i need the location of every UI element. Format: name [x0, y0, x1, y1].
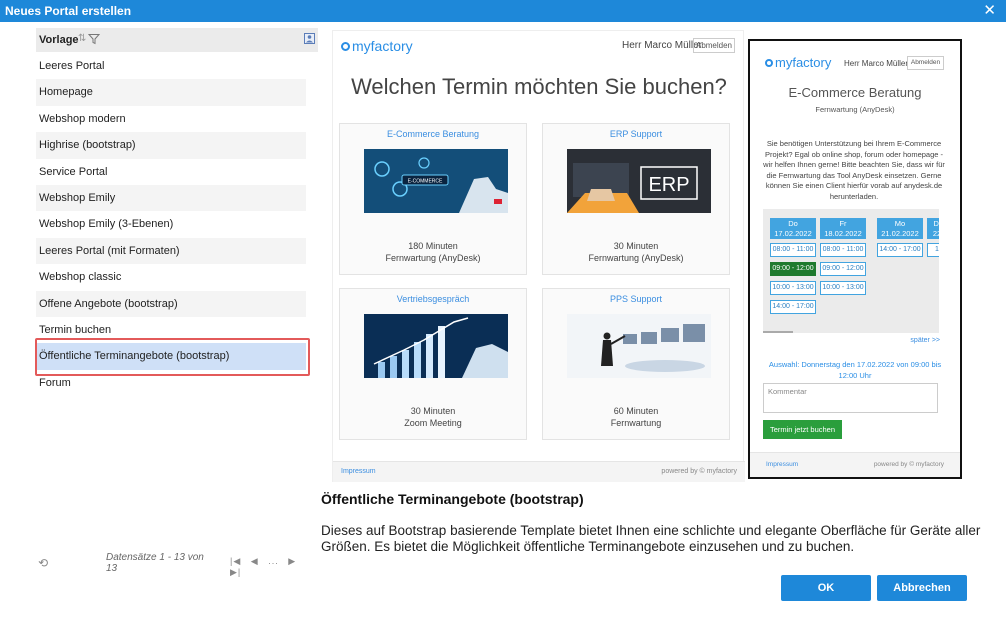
template-list-item[interactable]: Leeres Portal	[36, 53, 306, 79]
template-list-item[interactable]: Webshop modern	[36, 106, 306, 132]
time-slot: 09:00 - 12:00	[820, 262, 866, 276]
mobile-logout-button: Abmelden	[907, 56, 944, 70]
logo-icon	[341, 42, 350, 51]
template-list-item[interactable]: Offene Angebote (bootstrap)	[36, 290, 306, 317]
comment-field: Kommentar	[763, 383, 938, 413]
filter-icon[interactable]	[88, 33, 100, 45]
time-slot: 10:00 - 13:00	[820, 281, 866, 295]
selection-summary: Auswahl: Donnerstag den 17.02.2022 von 0…	[768, 360, 942, 380]
time-slot-selected: 09:00 - 12:00	[770, 262, 816, 276]
page-ellipsis: ...	[268, 556, 279, 566]
template-list-header: Vorlage ⇅	[36, 28, 318, 52]
preview-card-ecommerce: E-Commerce Beratung E-COMMERCE 180 Minut…	[339, 123, 527, 275]
dialog-title-bar: Neues Portal erstellen ✕	[0, 0, 1006, 22]
preview-card-vertrieb: Vertriebsgespräch 30 Minuten Zoom Meetin…	[339, 288, 527, 440]
later-link: später >>	[910, 337, 940, 344]
template-list-item[interactable]: Forum	[36, 370, 306, 396]
preview-logout-button: Abmelden	[693, 38, 735, 53]
template-list-item[interactable]: Service Portal	[36, 159, 306, 185]
logo-icon	[765, 59, 773, 67]
template-list-item[interactable]: Highrise (bootstrap)	[36, 132, 306, 159]
refresh-icon[interactable]: ⟲	[38, 556, 48, 570]
template-description-title: Öffentliche Terminangebote (bootstrap)	[321, 491, 584, 507]
day-header: Di22	[927, 218, 939, 239]
day-header: Do 17.02.2022	[770, 218, 816, 239]
mobile-footer: Impressum powered by © myfactory	[750, 452, 960, 477]
template-description-text: Dieses auf Bootstrap basierende Template…	[321, 523, 981, 554]
template-list-item[interactable]: Webshop Emily	[36, 184, 306, 212]
book-now-button: Termin jetzt buchen	[763, 420, 842, 439]
meeting-image	[567, 314, 711, 378]
preview-heading: Welchen Termin möchten Sie buchen?	[351, 74, 727, 99]
cancel-button[interactable]: Abbrechen	[877, 575, 967, 601]
time-slot: 10:00 - 13:00	[770, 281, 816, 295]
calendar-scrollbar	[763, 331, 793, 333]
erp-image: ERP	[567, 149, 711, 213]
close-icon[interactable]: ✕	[983, 2, 996, 20]
template-list-item[interactable]: Öffentliche Terminangebote (bootstrap)	[36, 343, 306, 370]
template-list-item[interactable]: Leeres Portal (mit Formaten)	[36, 237, 306, 265]
mobile-preview-image: myfactory Herr Marco Müller Abmelden E-C…	[748, 39, 962, 479]
time-slot: 08:00 - 11:00	[770, 243, 816, 257]
next-page-icon[interactable]: ▶	[288, 556, 296, 566]
day-header: Fr 18.02.2022	[820, 218, 866, 239]
preview-user-name: Herr Marco Müller	[622, 40, 703, 51]
last-page-icon[interactable]: ▶|	[230, 567, 241, 577]
mobile-description: Sie benötigen Unterstützung bei Ihrem E-…	[763, 139, 945, 201]
mobile-user-name: Herr Marco Müller	[844, 59, 909, 68]
mobile-title: E-Commerce Beratung	[788, 85, 922, 100]
dialog-title: Neues Portal erstellen	[5, 4, 132, 18]
template-list-item[interactable]: Webshop Emily (3-Ebenen)	[36, 211, 306, 237]
template-list-item[interactable]: Homepage	[36, 79, 306, 106]
desktop-preview-image: myfactory Herr Marco Müller Abmelden Wel…	[332, 30, 745, 482]
mobile-calendar: Do 17.02.2022 Fr 18.02.2022 Mo 21.02.2022 D…	[763, 209, 939, 333]
sales-chart-image	[364, 314, 508, 378]
prev-page-icon[interactable]: ◀	[251, 556, 259, 566]
time-slot: 14:00 - 17:00	[877, 243, 923, 257]
template-list: Leeres Portal Homepage Webshop modern Highr…	[36, 53, 306, 396]
svg-text:ERP: ERP	[648, 174, 689, 196]
preview-card-pps: PPS Support 60 Minuten Fernwartung	[542, 288, 730, 440]
sort-icon[interactable]: ⇅	[78, 33, 86, 44]
image-view-icon[interactable]	[304, 33, 315, 44]
time-slot: 08:00 - 11:00	[820, 243, 866, 257]
record-count: Datensätze 1 - 13 von 13	[106, 552, 204, 574]
mobile-subtitle: Fernwartung (AnyDesk)	[815, 105, 895, 114]
time-slot: 1	[927, 243, 939, 257]
first-page-icon[interactable]: |◀	[230, 556, 241, 566]
ok-button[interactable]: OK	[781, 575, 871, 601]
column-header-vorlage[interactable]: Vorlage	[39, 34, 79, 46]
preview-card-erp: ERP Support ERP 30 Minuten Fernwartung (…	[542, 123, 730, 275]
template-list-item[interactable]: Webshop classic	[36, 264, 306, 290]
template-list-item[interactable]: Termin buchen	[36, 317, 306, 343]
preview-logo: myfactory	[341, 38, 413, 54]
mobile-logo: myfactory	[765, 55, 831, 70]
ecommerce-image: E-COMMERCE	[364, 149, 508, 213]
preview-footer: Impressum powered by © myfactory	[333, 461, 745, 482]
pager: ⟲ Datensätze 1 - 13 von 13 |◀ ◀ ... ▶ ▶|	[36, 551, 318, 577]
svg-text:E-COMMERCE: E-COMMERCE	[408, 179, 443, 185]
day-header: Mo 21.02.2022	[877, 218, 923, 239]
time-slot: 14:00 - 17:00	[770, 300, 816, 314]
